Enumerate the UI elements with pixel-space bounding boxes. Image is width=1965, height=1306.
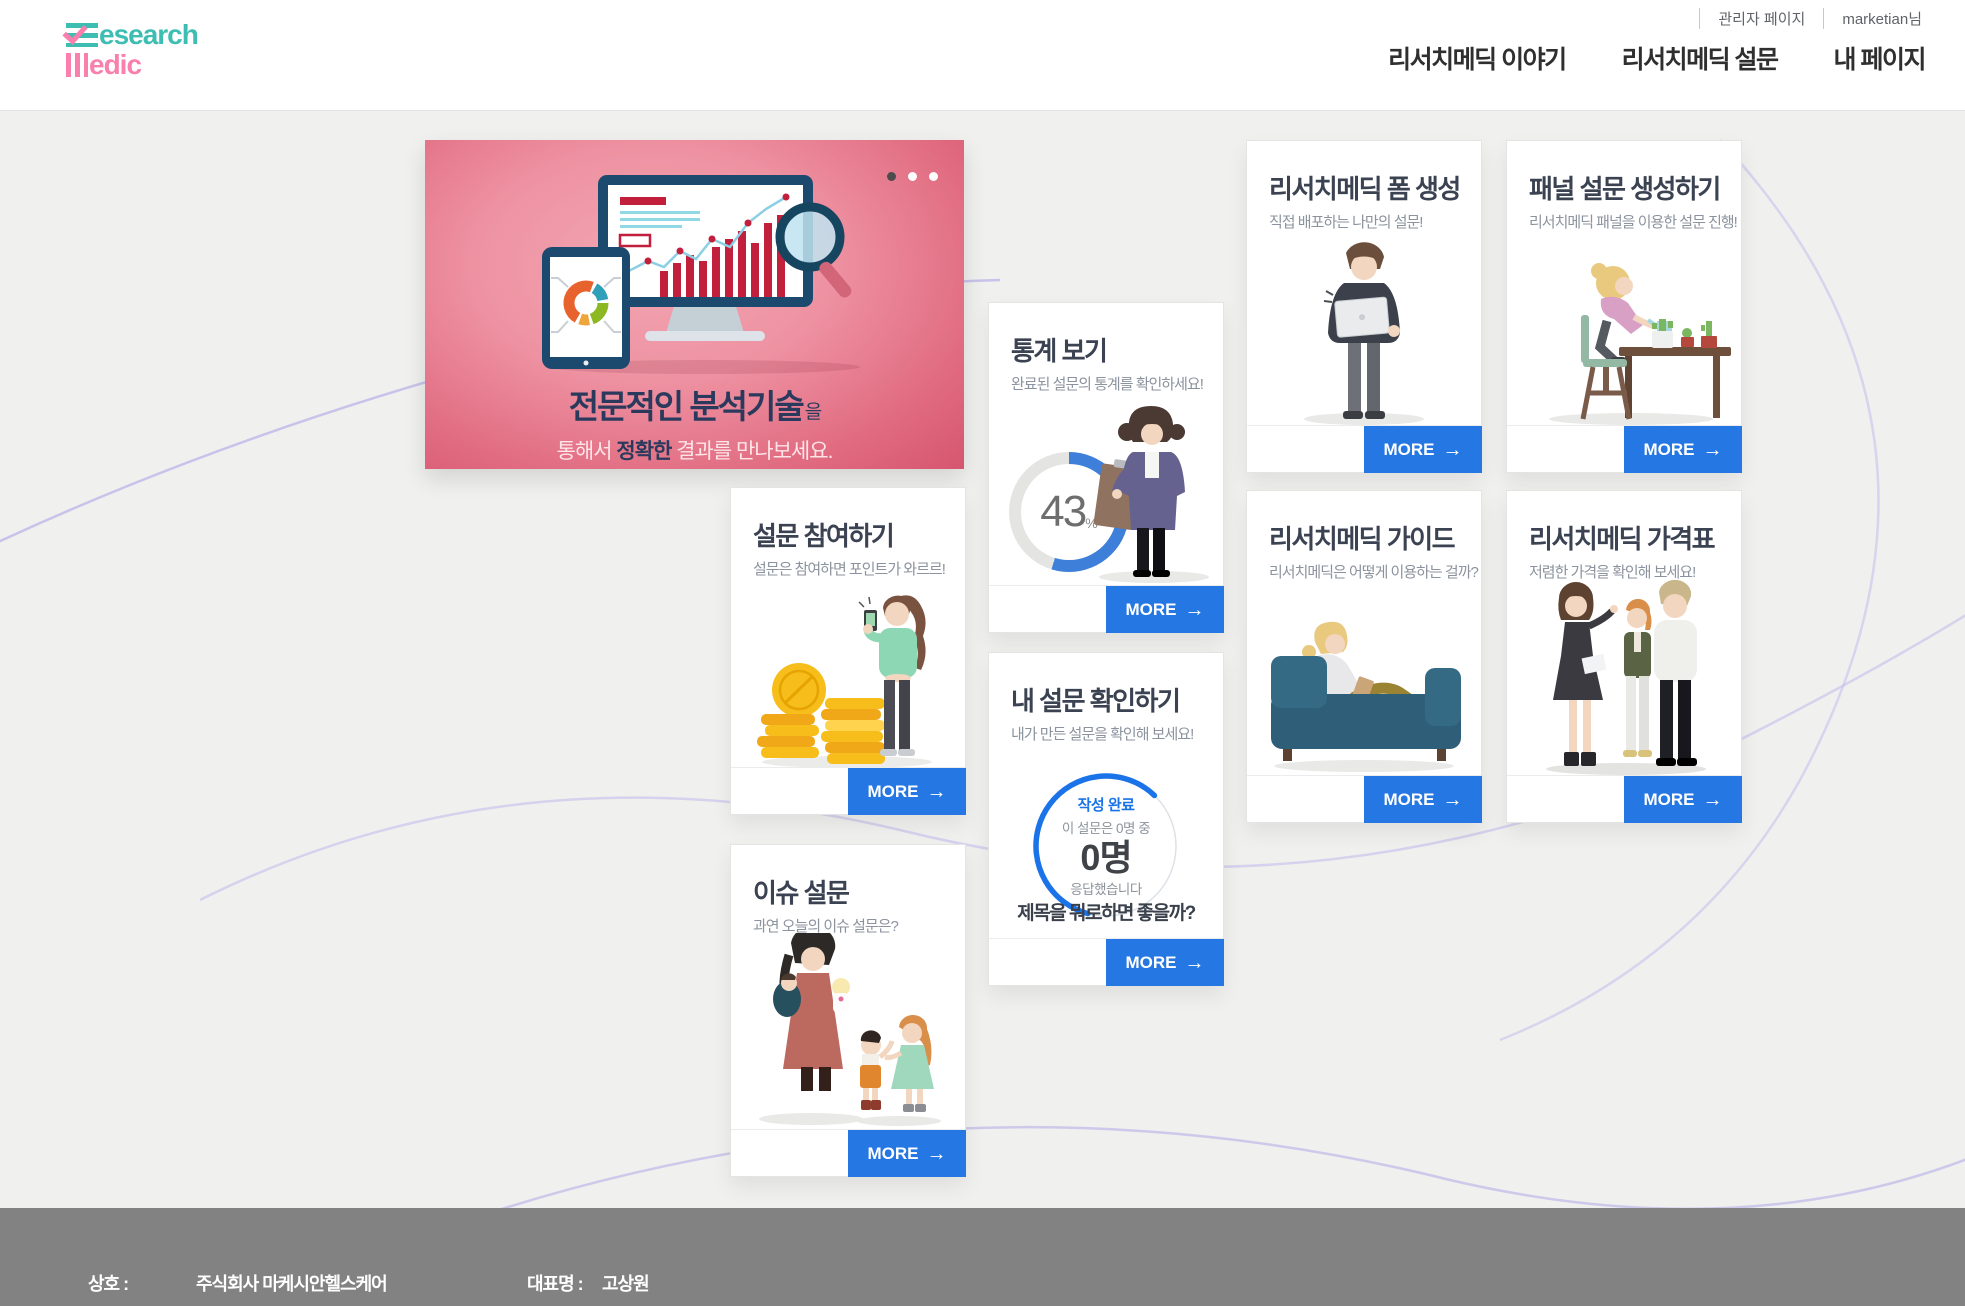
arrow-right-icon: → [927, 782, 947, 802]
arrow-right-icon: → [927, 1144, 947, 1164]
card-my-survey: 내 설문 확인하기 내가 만든 설문을 확인해 보세요! 작성 완료 이 설문은… [988, 652, 1224, 986]
more-button[interactable]: MORE → [1364, 776, 1482, 823]
card-subtitle: 리서치메딕은 어떻게 이용하는 걸까? [1269, 561, 1478, 582]
main-nav: 리서치메딕 이야기 리서치메딕 설문 내 페이지 [1388, 40, 1925, 76]
card-footer: MORE → [1507, 775, 1741, 822]
top-links: 관리자 페이지 marketian님 [1699, 8, 1940, 29]
more-button[interactable]: MORE → [848, 768, 966, 815]
sofa-reader-illustration [1257, 594, 1472, 774]
banner-headline: 전문적인 분석기술을 [425, 380, 964, 428]
username-link[interactable]: marketian님 [1823, 8, 1940, 29]
arrow-right-icon: → [1443, 440, 1463, 460]
card-issue: 이슈 설문 과연 오늘의 이슈 설문은? [730, 844, 966, 1177]
gauge-label: 작성 완료 [1078, 794, 1135, 815]
card-title: 통계 보기 [1011, 331, 1106, 368]
card-footer: MORE → [731, 1129, 965, 1176]
gauge-count: 0명 [1080, 839, 1131, 877]
three-people-illustration [1531, 576, 1721, 776]
stats-art: 43 % [989, 403, 1223, 586]
card-subtitle: 설문은 참여하면 포인트가 와르르! [753, 558, 945, 579]
logo-m-icon [66, 53, 88, 77]
card-subtitle: 내가 만든 설문을 확인해 보세요! [1011, 723, 1193, 744]
survey-title-caption: 제목을 뭐로하면 좋을까? [989, 898, 1223, 925]
logo-word-medic: edic [89, 51, 141, 79]
card-participate: 설문 참여하기 설문은 참여하면 포인트가 와르르! [730, 487, 966, 815]
guide-art [1247, 591, 1481, 776]
card-stats: 통계 보기 완료된 설문의 통계를 확인하세요! 43 % [988, 302, 1224, 633]
nav-item-survey[interactable]: 리서치메딕 설문 [1622, 40, 1778, 76]
card-subtitle: 리서치메딕 패널을 이용한 설문 진행! [1529, 211, 1737, 232]
laptop-man-illustration [1284, 241, 1444, 426]
admin-page-link[interactable]: 관리자 페이지 [1699, 8, 1823, 29]
card-title: 리서치메딕 폼 생성 [1269, 169, 1460, 206]
arrow-right-icon: → [1703, 790, 1723, 810]
more-button[interactable]: MORE → [1106, 939, 1224, 986]
card-title: 이슈 설문 [753, 873, 848, 910]
price-art [1507, 591, 1741, 776]
logo-word-research: esearch [99, 21, 198, 49]
card-title: 내 설문 확인하기 [1011, 681, 1179, 718]
card-subtitle: 완료된 설문의 통계를 확인하세요! [1011, 373, 1203, 394]
footer-company-value: 주식회사 마케시안헬스케어 [196, 1270, 387, 1296]
logo[interactable]: esearch edic [66, 20, 198, 80]
card-price: 리서치메딕 가격표 저렴한 가격을 확인해 보세요! [1506, 490, 1742, 823]
banner-subline: 통해서 정확한 결과를 만나보세요. [425, 435, 964, 465]
hero-banner[interactable]: 전문적인 분석기술을 통해서 정확한 결과를 만나보세요. [425, 140, 964, 469]
form-art [1247, 241, 1481, 426]
issue-art [731, 945, 965, 1130]
arrow-right-icon: → [1443, 790, 1463, 810]
card-footer: MORE → [1247, 775, 1481, 822]
card-title: 리서치메딕 가격표 [1529, 519, 1714, 556]
carousel-dot-1[interactable] [887, 172, 896, 181]
card-guide: 리서치메딕 가이드 리서치메딕은 어떻게 이용하는 걸까? MORE → [1246, 490, 1482, 823]
footer-company-label: 상호 : [88, 1270, 128, 1296]
card-footer: MORE → [989, 938, 1223, 985]
arrow-right-icon: → [1703, 440, 1723, 460]
arrow-right-icon: → [1185, 953, 1205, 973]
carousel-dot-3[interactable] [929, 172, 938, 181]
clipboard-person-illustration [1089, 404, 1219, 584]
analytics-illustration [480, 175, 910, 375]
card-title: 패널 설문 생성하기 [1529, 169, 1720, 206]
carousel-dot-2[interactable] [908, 172, 917, 181]
plants-girl-illustration [1531, 241, 1736, 426]
card-subtitle: 직접 배포하는 나만의 설문! [1269, 211, 1422, 232]
panel-art [1507, 241, 1741, 426]
header: esearch edic 관리자 페이지 marketian님 리서치메딕 이야… [0, 0, 1965, 111]
card-footer: MORE → [1507, 425, 1741, 472]
more-button[interactable]: MORE → [1624, 426, 1742, 473]
coins-woman-illustration [747, 588, 947, 768]
more-button[interactable]: MORE → [1106, 586, 1224, 633]
logo-r-icon [66, 23, 98, 47]
card-form: 리서치메딕 폼 생성 직접 배포하는 나만의 설문! MORE → [1246, 140, 1482, 473]
gauge-line1: 이 설문은 0명 중 [1062, 817, 1150, 837]
card-title: 리서치메딕 가이드 [1269, 519, 1454, 556]
more-button[interactable]: MORE → [1624, 776, 1742, 823]
card-panel: 패널 설문 생성하기 리서치메딕 패널을 이용한 설문 진행! [1506, 140, 1742, 473]
footer-ceo-value: 고상원 [602, 1270, 649, 1296]
card-footer: MORE → [1247, 425, 1481, 472]
donut-value: 43 [1040, 487, 1085, 537]
footer: 상호 : 주식회사 마케시안헬스케어 대표명 : 고상원 [0, 1208, 1965, 1306]
banner-text: 전문적인 분석기술을 통해서 정확한 결과를 만나보세요. [425, 380, 964, 465]
card-title: 설문 참여하기 [753, 516, 893, 553]
nav-item-mypage[interactable]: 내 페이지 [1834, 40, 1925, 76]
card-footer: MORE → [989, 585, 1223, 632]
carousel-dots [887, 172, 938, 181]
gauge-line2: 응답했습니다 [1070, 878, 1142, 898]
nav-item-story[interactable]: 리서치메딕 이야기 [1388, 40, 1565, 76]
more-button[interactable]: MORE → [1364, 426, 1482, 473]
card-footer: MORE → [731, 767, 965, 814]
footer-ceo-label: 대표명 : [527, 1270, 583, 1296]
family-illustration [749, 933, 949, 1128]
arrow-right-icon: → [1185, 600, 1205, 620]
more-button[interactable]: MORE → [848, 1130, 966, 1177]
participate-art [731, 588, 965, 768]
